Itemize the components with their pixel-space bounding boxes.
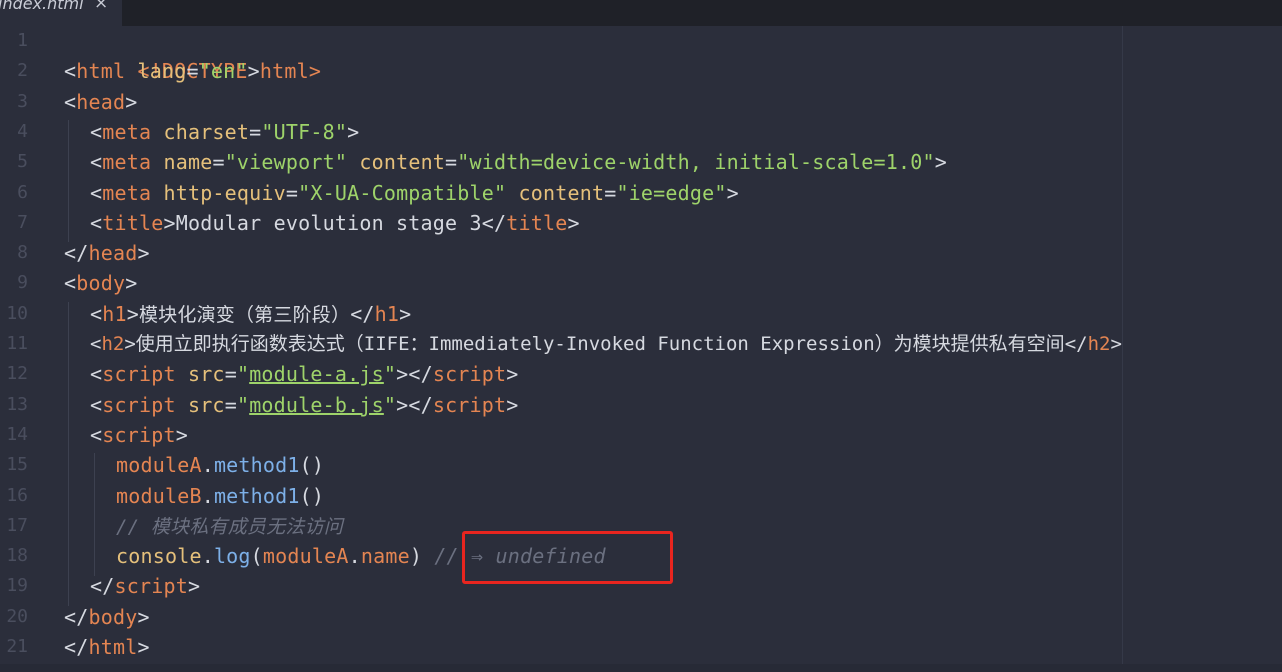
line-number: 14 — [6, 423, 28, 445]
code-line-9: <body> — [64, 271, 138, 296]
highlight-box — [462, 531, 673, 584]
line-number: 15 — [6, 454, 28, 476]
line-number: 19 — [6, 575, 28, 597]
code-line-14: <script> — [90, 422, 188, 447]
indent-guide — [68, 302, 69, 606]
line-number: 3 — [17, 90, 28, 112]
code-line-19: </script> — [90, 574, 201, 599]
code-line-8: </head> — [64, 241, 150, 266]
line-number: 17 — [6, 514, 28, 536]
bottom-edge — [0, 664, 1282, 672]
code-line-21: </html> — [64, 635, 150, 659]
line-number: 16 — [6, 484, 28, 506]
code-line-20: </body> — [64, 604, 150, 629]
module-b-link[interactable]: module-b.js — [249, 393, 384, 417]
line-number: 20 — [6, 605, 28, 627]
line-number: 12 — [6, 363, 28, 385]
code-line-10: <h1>模块化演变（第三阶段）</h1> — [90, 301, 412, 326]
close-icon[interactable]: × — [94, 0, 108, 12]
line-number: 2 — [17, 60, 28, 82]
code-line-4: <meta charset="UTF-8"> — [90, 119, 360, 144]
code-line-15: moduleA.method1() — [116, 453, 325, 478]
tab-filename: index.html — [0, 0, 84, 13]
module-a-link[interactable]: module-a.js — [249, 362, 384, 386]
tab-index-html[interactable]: index.html × — [0, 0, 122, 26]
line-number: 18 — [6, 545, 28, 567]
indent-guide — [94, 453, 95, 576]
code-line-6: <meta http-equiv="X-UA-Compatible" conte… — [90, 180, 739, 205]
code-line-17: // 模块私有成员无法访问 — [116, 515, 343, 538]
code-line-16: moduleB.method1() — [116, 483, 325, 508]
indent-guide — [68, 120, 69, 242]
line-number: 6 — [17, 181, 28, 203]
code-line-2: <html lang="en"> — [64, 59, 260, 84]
code-line-7: <title>Modular evolution stage 3</title> — [90, 210, 580, 235]
line-number: 1 — [17, 30, 28, 51]
line-number: 7 — [17, 211, 28, 233]
code-line-5: <meta name="viewport" content="width=dev… — [90, 150, 947, 175]
line-number: 4 — [17, 120, 28, 142]
line-number: 10 — [6, 302, 28, 324]
code-line-11: <h2>使用立即执行函数表达式（IIFE：Immediately-Invoked… — [90, 333, 1122, 355]
line-number: 5 — [17, 151, 28, 173]
code-editor[interactable]: 1 2 3 4 5 6 7 8 9 10 11 12 13 14 15 16 1… — [0, 26, 1282, 672]
code-area[interactable]: <!DOCTYPE html> <html lang="en"> <head> … — [64, 26, 1282, 672]
code-line-3: <head> — [64, 89, 138, 114]
line-number: 11 — [6, 333, 28, 354]
tab-bar: index.html × — [0, 0, 1282, 26]
line-number: 21 — [6, 636, 28, 657]
line-number: 9 — [17, 272, 28, 294]
line-number-gutter: 1 2 3 4 5 6 7 8 9 10 11 12 13 14 15 16 1… — [0, 26, 40, 672]
line-number: 8 — [17, 242, 28, 264]
code-line-12: <script src="module-a.js"></script> — [90, 362, 519, 387]
code-line-1: <!DOCTYPE html> — [137, 59, 322, 84]
code-line-13: <script src="module-b.js"></script> — [90, 392, 519, 417]
line-number: 13 — [6, 393, 28, 415]
